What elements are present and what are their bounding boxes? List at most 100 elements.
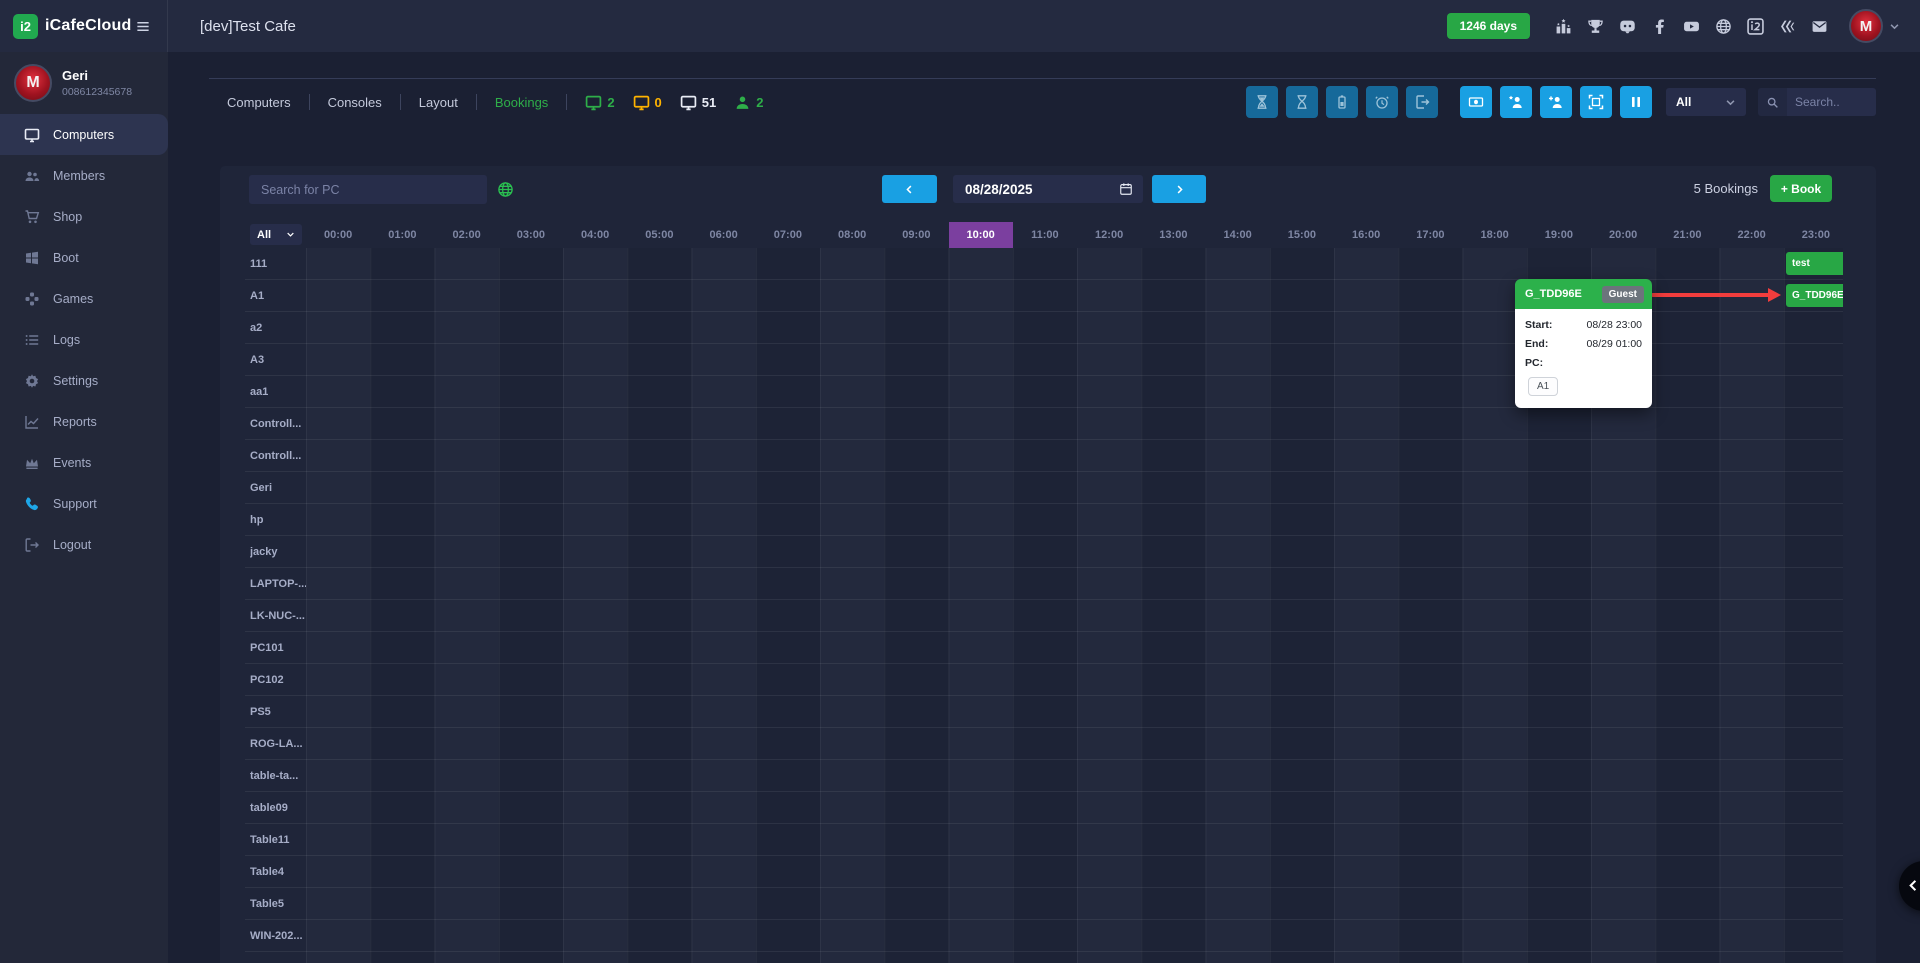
subscription-days-badge[interactable]: 1246 days: [1447, 13, 1530, 39]
grid-row-controll[interactable]: Controll...: [245, 408, 1843, 440]
grid-row-win-202[interactable]: WIN-202...: [245, 920, 1843, 952]
sidebar-item-reports[interactable]: Reports: [0, 401, 168, 442]
tab-consoles[interactable]: Consoles: [310, 95, 400, 110]
grid-row-table4[interactable]: Table4: [245, 856, 1843, 888]
date-input[interactable]: [953, 175, 1143, 203]
pc-filter-select[interactable]: All: [250, 224, 302, 245]
booking-block[interactable]: G_TDD96E: [1786, 284, 1843, 307]
sidebar-item-members[interactable]: Members: [0, 155, 168, 196]
toolbar-hourglass-filled-button[interactable]: [1246, 86, 1278, 118]
counter-pcs-online: 2: [585, 94, 614, 111]
tab-computers[interactable]: Computers: [209, 95, 309, 110]
pc-search-input[interactable]: [249, 175, 487, 204]
time-cell: 18:00: [1463, 222, 1527, 248]
row-label: aa1: [250, 376, 268, 408]
globe-icon[interactable]: [497, 181, 514, 198]
sidebar-item-settings[interactable]: Settings: [0, 360, 168, 401]
tooltip-field: PC:: [1525, 357, 1642, 369]
book-button[interactable]: + Book: [1770, 175, 1832, 202]
toolbar-add-guest-button[interactable]: [1540, 86, 1572, 118]
grid-row-table11[interactable]: Table11: [245, 824, 1843, 856]
sidebar-item-computers[interactable]: Computers: [0, 114, 168, 155]
booking-block[interactable]: test: [1786, 252, 1843, 275]
grid-row-win-eu[interactable]: WIN-EU...: [245, 952, 1843, 963]
grid-row-jacky[interactable]: jacky: [245, 536, 1843, 568]
time-cell: 09:00: [884, 222, 948, 248]
pc-chip: A1: [1528, 377, 1558, 396]
avatar[interactable]: M: [1849, 9, 1883, 43]
time-cell: 21:00: [1655, 222, 1719, 248]
user-menu[interactable]: M: [1849, 9, 1900, 43]
grid-row-geri[interactable]: Geri: [245, 472, 1843, 504]
row-label: a2: [250, 312, 262, 344]
avatar: M: [14, 64, 52, 102]
toolbar-pause-button[interactable]: [1620, 86, 1652, 118]
grid-row-hp[interactable]: hp: [245, 504, 1843, 536]
sidebar-item-logout[interactable]: Logout: [0, 524, 168, 565]
counter-pcs-total: 51: [680, 94, 716, 111]
header-icon-links: [1555, 18, 1828, 35]
mail-icon[interactable]: [1811, 18, 1828, 35]
facebook-icon[interactable]: [1651, 18, 1668, 35]
grid-row-table5[interactable]: Table5: [245, 888, 1843, 920]
youtube-icon[interactable]: [1683, 18, 1700, 35]
grid-row-lk-nuc[interactable]: LK-NUC-...: [245, 600, 1843, 632]
grid-row-111[interactable]: 111 test: [245, 248, 1843, 280]
time-cell: 13:00: [1141, 222, 1205, 248]
ranking-icon[interactable]: [1555, 18, 1572, 35]
trophy-icon[interactable]: [1587, 18, 1604, 35]
row-label: A1: [250, 280, 264, 312]
grid-row-table09[interactable]: table09: [245, 792, 1843, 824]
time-cell: 05:00: [627, 222, 691, 248]
row-label: PC101: [250, 632, 284, 664]
grid-row-controll[interactable]: Controll...: [245, 440, 1843, 472]
monitor-icon: [24, 127, 40, 143]
tab-layout[interactable]: Layout: [401, 95, 476, 110]
sidebar-item-support[interactable]: Support: [0, 483, 168, 524]
windows-icon: [24, 250, 40, 266]
toolbar-screenshot-button[interactable]: [1580, 86, 1612, 118]
collapse-panel-button[interactable]: [1899, 861, 1920, 911]
icafe-icon[interactable]: [1747, 18, 1764, 35]
grid-row-laptop[interactable]: LAPTOP-...: [245, 568, 1843, 600]
prev-day-button[interactable]: [882, 175, 937, 203]
tooltip-title: G_TDD96E: [1525, 288, 1582, 300]
globe-icon[interactable]: [1715, 18, 1732, 35]
tab-bookings[interactable]: Bookings: [477, 95, 566, 110]
status-filter-select[interactable]: All: [1666, 88, 1746, 116]
next-day-button[interactable]: [1152, 175, 1206, 203]
grid-row-rog-la[interactable]: ROG-LA...: [245, 728, 1843, 760]
toolbar-sign-out-button[interactable]: [1406, 86, 1438, 118]
toolbar-money-button[interactable]: [1460, 86, 1492, 118]
menu-icon[interactable]: [134, 19, 152, 34]
view-tabs: Computers Consoles Layout Bookings: [209, 94, 567, 110]
app-logo[interactable]: i2 iCafeCloud: [13, 14, 131, 39]
sidebar-item-games[interactable]: Games: [0, 278, 168, 319]
grid-row-table-ta[interactable]: table-ta...: [245, 760, 1843, 792]
toolbar-hourglass-button[interactable]: [1286, 86, 1318, 118]
booking-tooltip: G_TDD96E Guest Start: 08/28 23:00 End: 0…: [1515, 279, 1652, 408]
toolbar-battery-button[interactable]: [1326, 86, 1358, 118]
users-icon: [24, 168, 40, 184]
content-toolbar: Computers Consoles Layout Bookings 2 0: [209, 84, 1876, 120]
brand-area: i2 iCafeCloud: [0, 0, 168, 52]
action-button-group: [1452, 86, 1652, 118]
sidebar-item-boot[interactable]: Boot: [0, 237, 168, 278]
chevron-left-icon: [1906, 878, 1920, 893]
user-name: Geri: [62, 68, 132, 83]
toolbar-add-member-button[interactable]: [1500, 86, 1532, 118]
sidebar-item-shop[interactable]: Shop: [0, 196, 168, 237]
sidebar-item-events[interactable]: Events: [0, 442, 168, 483]
grid-row-pc102[interactable]: PC102: [245, 664, 1843, 696]
toolbar-alarm-button[interactable]: [1366, 86, 1398, 118]
sidebar-item-logs[interactable]: Logs: [0, 319, 168, 360]
time-header: 00:0001:0002:0003:0004:0005:0006:0007:00…: [306, 222, 1848, 248]
search-input[interactable]: [1787, 88, 1876, 116]
search-icon-button[interactable]: [1758, 88, 1787, 116]
grid-row-pc101[interactable]: PC101: [245, 632, 1843, 664]
layers-icon[interactable]: [1779, 18, 1796, 35]
grid-row-ps5[interactable]: PS5: [245, 696, 1843, 728]
discord-icon[interactable]: [1619, 18, 1636, 35]
row-label: Geri: [250, 472, 272, 504]
date-picker[interactable]: [953, 175, 1143, 203]
